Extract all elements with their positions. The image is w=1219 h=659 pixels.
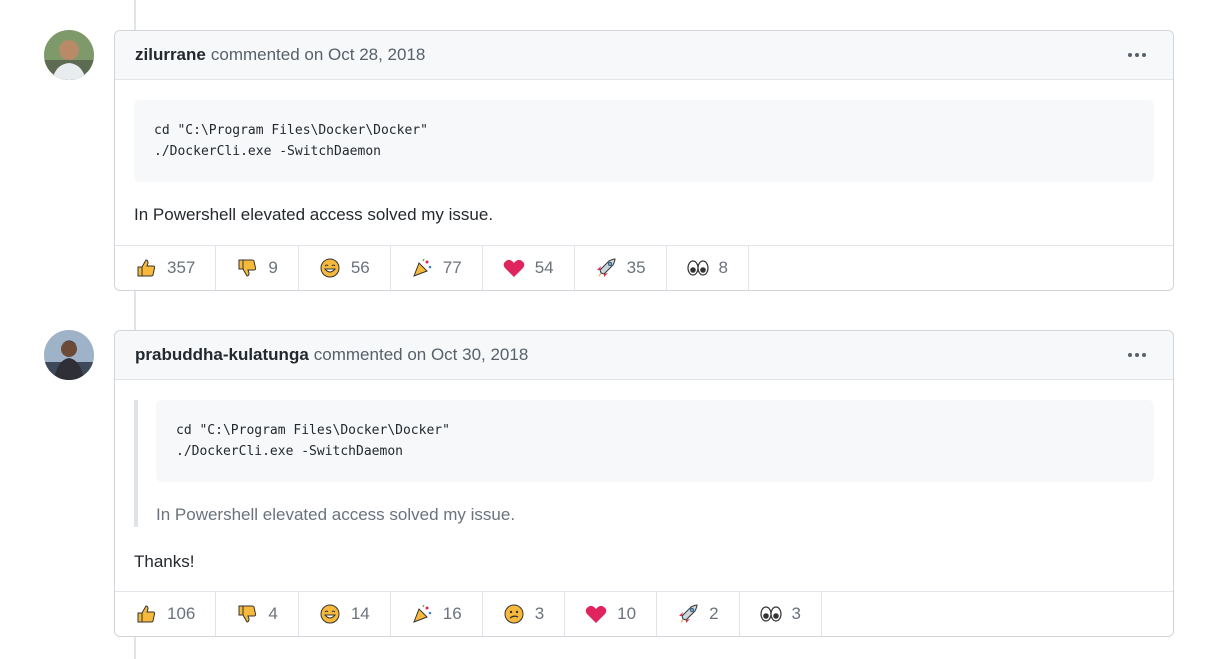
heart-icon xyxy=(503,257,525,279)
laugh-icon xyxy=(319,603,341,625)
author-link[interactable]: zilurrane xyxy=(135,45,206,65)
reaction-count: 3 xyxy=(534,604,545,623)
reaction-count: 35 xyxy=(626,258,646,277)
avatar[interactable] xyxy=(44,330,94,380)
avatar[interactable] xyxy=(44,30,94,80)
reaction-button[interactable]: 14 xyxy=(299,592,391,636)
reaction-button[interactable]: 54 xyxy=(483,246,575,290)
more-options-icon[interactable] xyxy=(1125,43,1149,67)
quote-text: In Powershell elevated access solved my … xyxy=(156,505,516,524)
thumbs-up-icon xyxy=(135,257,157,279)
reaction-button[interactable]: 106 xyxy=(115,592,217,636)
reaction-button[interactable]: 2 xyxy=(657,592,740,636)
rocket-icon xyxy=(677,603,699,625)
comment-header: prabuddha-kulatunga commented on Oct 30,… xyxy=(115,331,1173,380)
reaction-count: 9 xyxy=(268,258,278,277)
reaction-count: 2 xyxy=(709,604,719,623)
code-block: cd "C:\Program Files\Docker\Docker" ./Do… xyxy=(156,400,1154,482)
reaction-count: 56 xyxy=(350,258,370,277)
thumbs-down-icon xyxy=(236,257,258,279)
reactions-bar: 357 9 56 77 54 35 8 xyxy=(115,245,1173,290)
eyes-icon xyxy=(759,603,782,625)
comment-timestamp[interactable]: commented on Oct 30, 2018 xyxy=(314,345,529,365)
comment-text: Thanks! xyxy=(134,552,195,571)
reaction-button[interactable]: 3 xyxy=(483,592,566,636)
hooray-icon xyxy=(411,257,433,279)
reaction-button[interactable]: 77 xyxy=(391,246,483,290)
rocket-icon xyxy=(595,257,617,279)
thumbs-up-icon xyxy=(135,603,157,625)
comment-timestamp[interactable]: commented on Oct 28, 2018 xyxy=(211,45,426,65)
comment-header: zilurrane commented on Oct 28, 2018 xyxy=(115,31,1173,80)
more-options-icon[interactable] xyxy=(1125,343,1149,367)
thumbs-down-icon xyxy=(236,603,258,625)
reaction-button[interactable]: 35 xyxy=(575,246,667,290)
reaction-button[interactable]: 8 xyxy=(667,246,749,290)
reaction-button[interactable]: 16 xyxy=(391,592,483,636)
author-link[interactable]: prabuddha-kulatunga xyxy=(135,345,309,365)
comment-body: cd "C:\Program Files\Docker\Docker" ./Do… xyxy=(115,80,1173,225)
hooray-icon xyxy=(411,603,433,625)
reaction-button[interactable]: 10 xyxy=(565,592,658,636)
reaction-count: 16 xyxy=(442,604,462,623)
reaction-button[interactable]: 56 xyxy=(299,246,391,290)
reaction-count: 10 xyxy=(617,604,637,623)
reaction-count: 8 xyxy=(718,258,728,277)
reaction-count: 4 xyxy=(268,604,278,623)
reaction-button[interactable]: 4 xyxy=(216,592,299,636)
reaction-count: 3 xyxy=(791,604,802,623)
comment-card: zilurrane commented on Oct 28, 2018 cd "… xyxy=(114,30,1174,291)
reaction-count: 357 xyxy=(167,258,196,277)
reaction-count: 106 xyxy=(167,604,196,623)
comment-card: prabuddha-kulatunga commented on Oct 30,… xyxy=(114,330,1174,637)
laugh-icon xyxy=(319,257,341,279)
blockquote: cd "C:\Program Files\Docker\Docker" ./Do… xyxy=(134,400,1154,527)
eyes-icon xyxy=(686,257,709,279)
reaction-button[interactable]: 9 xyxy=(216,246,299,290)
comment-body: cd "C:\Program Files\Docker\Docker" ./Do… xyxy=(115,380,1173,572)
reaction-count: 54 xyxy=(534,258,554,277)
reaction-button[interactable]: 357 xyxy=(115,246,217,290)
confused-icon xyxy=(503,603,525,625)
reaction-count: 14 xyxy=(350,604,370,623)
comment-text: In Powershell elevated access solved my … xyxy=(134,205,494,224)
reaction-count: 77 xyxy=(442,258,462,277)
reaction-button[interactable]: 3 xyxy=(740,592,823,636)
heart-icon xyxy=(585,603,607,625)
code-block: cd "C:\Program Files\Docker\Docker" ./Do… xyxy=(134,100,1154,182)
reactions-bar: 106 4 14 16 3 10 2 3 xyxy=(115,591,1173,636)
